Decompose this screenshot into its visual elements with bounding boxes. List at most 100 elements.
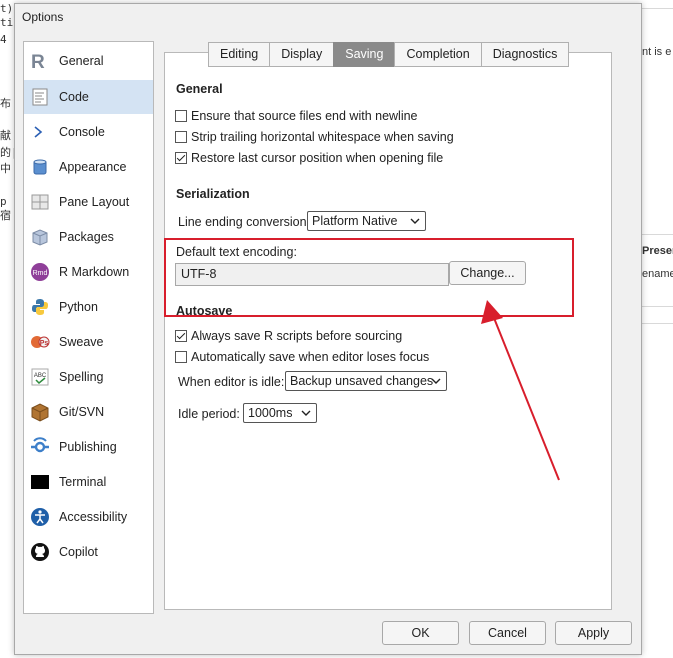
sidebar-item-label: Appearance <box>59 160 127 174</box>
bg-divider <box>642 234 673 235</box>
checkbox[interactable] <box>175 351 187 363</box>
sidebar-item-sweave[interactable]: Ps Sweave <box>24 325 153 359</box>
option-save-before-sourcing[interactable]: Always save R scripts before sourcing <box>175 327 402 345</box>
appearance-bucket-icon <box>30 157 50 177</box>
bg-fragment: 献 <box>0 129 11 142</box>
sidebar-item-r-markdown[interactable]: Rmd R Markdown <box>24 255 153 289</box>
pane-layout-icon <box>30 192 50 212</box>
python-icon <box>30 297 50 317</box>
sidebar-item-pane-layout[interactable]: Pane Layout <box>24 185 153 219</box>
idle-period-value: 1000ms <box>248 406 293 420</box>
idle-action-value: Backup unsaved changes <box>290 374 434 388</box>
options-dialog: Options R General Code Console Appearanc… <box>14 3 642 655</box>
line-ending-select[interactable]: Platform Native <box>307 211 426 231</box>
sidebar-item-console[interactable]: Console <box>24 115 153 149</box>
option-ensure-newline[interactable]: Ensure that source files end with newlin… <box>175 107 418 125</box>
spelling-abc-icon: ABC <box>30 367 50 387</box>
bg-fragment: ti <box>0 16 14 29</box>
bg-fragment: p <box>0 195 7 208</box>
checkbox[interactable] <box>175 330 187 342</box>
sidebar-item-appearance[interactable]: Appearance <box>24 150 153 184</box>
rmd-icon: Rmd <box>30 262 50 282</box>
section-title-serialization: Serialization <box>176 187 250 201</box>
tab-completion[interactable]: Completion <box>394 42 481 67</box>
console-prompt-icon <box>30 122 50 142</box>
sidebar-item-publishing[interactable]: Publishing <box>24 430 153 464</box>
background-editor-fragment: t) ti 4 布 献 的| 中 p 宿 <box>0 0 18 240</box>
bg-fragment: ename <box>642 268 673 280</box>
sidebar-item-label: General <box>59 54 104 68</box>
bg-divider <box>642 323 673 324</box>
sidebar-item-python[interactable]: Python <box>24 290 153 324</box>
dialog-title: Options <box>15 4 641 30</box>
options-sidebar: R General Code Console Appearance Pane L… <box>23 41 154 614</box>
section-title-general: General <box>176 82 223 96</box>
bg-fragment: 布 <box>0 97 11 110</box>
bg-divider <box>642 306 673 307</box>
sidebar-item-label: Console <box>59 125 105 139</box>
sidebar-item-accessibility[interactable]: Accessibility <box>24 500 153 534</box>
option-save-on-blur[interactable]: Automatically save when editor loses foc… <box>175 348 429 366</box>
idle-action-select[interactable]: Backup unsaved changes <box>285 371 447 391</box>
sidebar-item-label: Spelling <box>59 370 104 384</box>
checkbox[interactable] <box>175 152 187 164</box>
chevron-down-icon <box>431 378 441 384</box>
sidebar-item-git-svn[interactable]: Git/SVN <box>24 395 153 429</box>
sidebar-item-copilot[interactable]: Copilot <box>24 535 153 569</box>
terminal-icon <box>30 472 50 492</box>
sidebar-item-label: Accessibility <box>59 510 128 524</box>
tab-bar: Editing Display Saving Completion Diagno… <box>208 42 570 67</box>
checkbox-label: Automatically save when editor loses foc… <box>191 350 430 364</box>
bg-fragment: Presen <box>642 245 673 257</box>
code-page-icon <box>30 87 50 107</box>
tab-diagnostics[interactable]: Diagnostics <box>480 42 570 67</box>
line-ending-value: Platform Native <box>312 214 398 228</box>
checkbox-label: Restore last cursor position when openin… <box>191 151 444 165</box>
tab-editing[interactable]: Editing <box>208 42 270 67</box>
background-right-pane: nt is e Presen ename <box>642 0 673 658</box>
idle-action-label: When editor is idle: <box>178 375 285 389</box>
chevron-down-icon <box>410 218 420 224</box>
sidebar-item-label: Git/SVN <box>59 405 105 419</box>
r-logo-icon: R <box>30 51 50 71</box>
bg-fragment: 中 <box>0 162 11 175</box>
line-ending-label: Line ending conversion: <box>178 215 311 229</box>
tab-saving[interactable]: Saving <box>333 42 395 67</box>
svg-text:Ps: Ps <box>40 340 49 347</box>
sidebar-item-label: Python <box>59 300 98 314</box>
sidebar-item-general[interactable]: R General <box>24 44 153 78</box>
idle-period-label: Idle period: <box>178 407 240 421</box>
bg-fragment: 宿 <box>0 209 11 222</box>
sidebar-item-code[interactable]: Code <box>24 80 153 114</box>
sidebar-item-label: Packages <box>59 230 114 244</box>
option-strip-whitespace[interactable]: Strip trailing horizontal whitespace whe… <box>175 128 454 146</box>
publishing-icon <box>30 437 50 457</box>
sidebar-item-label: Sweave <box>59 335 104 349</box>
tab-display[interactable]: Display <box>269 42 334 67</box>
sidebar-item-label: Terminal <box>59 475 107 489</box>
idle-period-select[interactable]: 1000ms <box>243 403 317 423</box>
sidebar-item-label: Pane Layout <box>59 195 130 209</box>
git-box-icon <box>30 402 50 422</box>
apply-button[interactable]: Apply <box>555 621 632 645</box>
bg-fragment: 4 <box>0 33 7 46</box>
checkbox[interactable] <box>175 110 187 122</box>
cancel-button[interactable]: Cancel <box>469 621 546 645</box>
option-restore-cursor[interactable]: Restore last cursor position when openin… <box>175 149 443 167</box>
bg-fragment: nt is e <box>642 46 672 58</box>
accessibility-icon <box>30 507 50 527</box>
sidebar-item-label: Publishing <box>59 440 117 454</box>
sidebar-item-spelling[interactable]: ABC Spelling <box>24 360 153 394</box>
svg-text:Rmd: Rmd <box>33 270 48 277</box>
sidebar-item-label: Code <box>59 90 89 104</box>
annotation-highlight-box <box>164 238 574 317</box>
sidebar-item-packages[interactable]: Packages <box>24 220 153 254</box>
github-icon <box>30 542 50 562</box>
sidebar-item-terminal[interactable]: Terminal <box>24 465 153 499</box>
ok-button[interactable]: OK <box>382 621 459 645</box>
checkbox[interactable] <box>175 131 187 143</box>
checkbox-label: Strip trailing horizontal whitespace whe… <box>191 130 454 144</box>
sweave-icon: Ps <box>30 332 50 352</box>
bg-fragment: t) <box>0 2 14 15</box>
sidebar-item-label: R Markdown <box>59 265 130 279</box>
